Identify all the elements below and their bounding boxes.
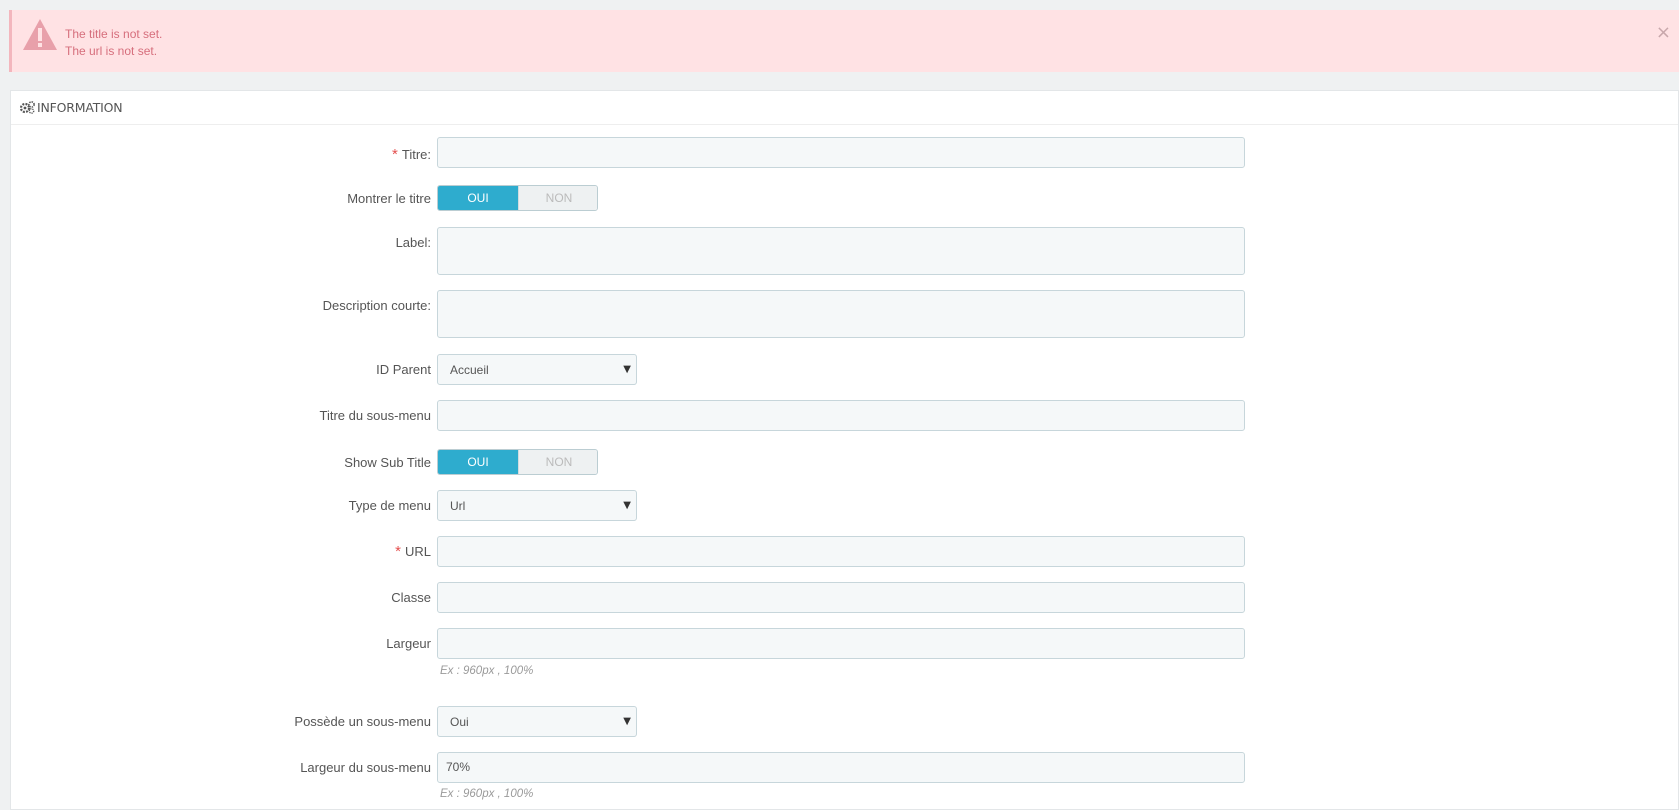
submenu-width-label: Largeur du sous-menu <box>300 760 431 775</box>
caret-down-icon: ▼ <box>623 500 631 511</box>
label-textarea[interactable] <box>437 227 1245 275</box>
submenu-width-input[interactable]: 70% <box>437 752 1245 783</box>
show-title-label: Montrer le titre <box>347 191 431 206</box>
title-label-text: Titre: <box>401 147 431 162</box>
menu-type-select[interactable]: Url ▼ <box>437 490 637 521</box>
parent-id-value: Accueil <box>450 363 489 377</box>
short-description-label: Description courte: <box>322 298 431 313</box>
show-sub-title-switch[interactable]: OUI NON <box>437 449 598 475</box>
information-panel: INFORMATION <box>10 90 1679 810</box>
alert-message: The title is not set. <box>65 27 163 41</box>
parent-id-select[interactable]: Accueil ▼ <box>437 354 637 385</box>
has-submenu-value: Oui <box>450 715 469 729</box>
width-input[interactable] <box>437 628 1245 659</box>
panel-heading: INFORMATION <box>11 91 1678 125</box>
width-help: Ex : 960px , 100% <box>440 665 534 677</box>
submenu-width-help: Ex : 960px , 100% <box>440 788 534 800</box>
panel-title: INFORMATION <box>37 100 123 115</box>
show-title-switch[interactable]: OUI NON <box>437 185 598 211</box>
required-mark: * <box>392 146 398 163</box>
show-title-no[interactable]: NON <box>518 186 597 210</box>
caret-down-icon: ▼ <box>623 716 631 727</box>
class-input[interactable] <box>437 582 1245 613</box>
menu-type-label: Type de menu <box>348 498 431 513</box>
parent-id-label: ID Parent <box>376 362 431 377</box>
url-input[interactable] <box>437 536 1245 567</box>
cogs-icon <box>20 101 35 114</box>
class-label: Classe <box>391 590 431 605</box>
show-sub-title-label: Show Sub Title <box>344 455 431 470</box>
width-label: Largeur <box>386 636 431 651</box>
warning-icon <box>23 19 57 50</box>
label-field-label: Label: <box>395 235 431 250</box>
title-input[interactable] <box>437 137 1245 168</box>
caret-down-icon: ▼ <box>623 364 631 375</box>
submenu-title-input[interactable] <box>437 400 1245 431</box>
title-label: * Titre: <box>392 146 431 163</box>
error-alert: The title is not set. The url is not set… <box>9 10 1679 72</box>
has-submenu-select[interactable]: Oui ▼ <box>437 706 637 737</box>
required-mark: * <box>395 543 401 560</box>
url-label-text: URL <box>404 544 431 559</box>
alert-message: The url is not set. <box>65 44 158 58</box>
url-label: * URL <box>395 543 431 560</box>
submenu-title-label: Titre du sous-menu <box>319 408 431 423</box>
show-title-yes[interactable]: OUI <box>438 186 518 210</box>
has-submenu-label: Possède un sous-menu <box>294 714 431 729</box>
show-sub-title-yes[interactable]: OUI <box>438 450 518 474</box>
short-description-textarea[interactable] <box>437 290 1245 338</box>
alert-messages: The title is not set. The url is not set… <box>65 26 162 60</box>
show-sub-title-no[interactable]: NON <box>518 450 597 474</box>
close-icon[interactable]: × <box>1656 24 1671 42</box>
menu-type-value: Url <box>450 499 466 513</box>
